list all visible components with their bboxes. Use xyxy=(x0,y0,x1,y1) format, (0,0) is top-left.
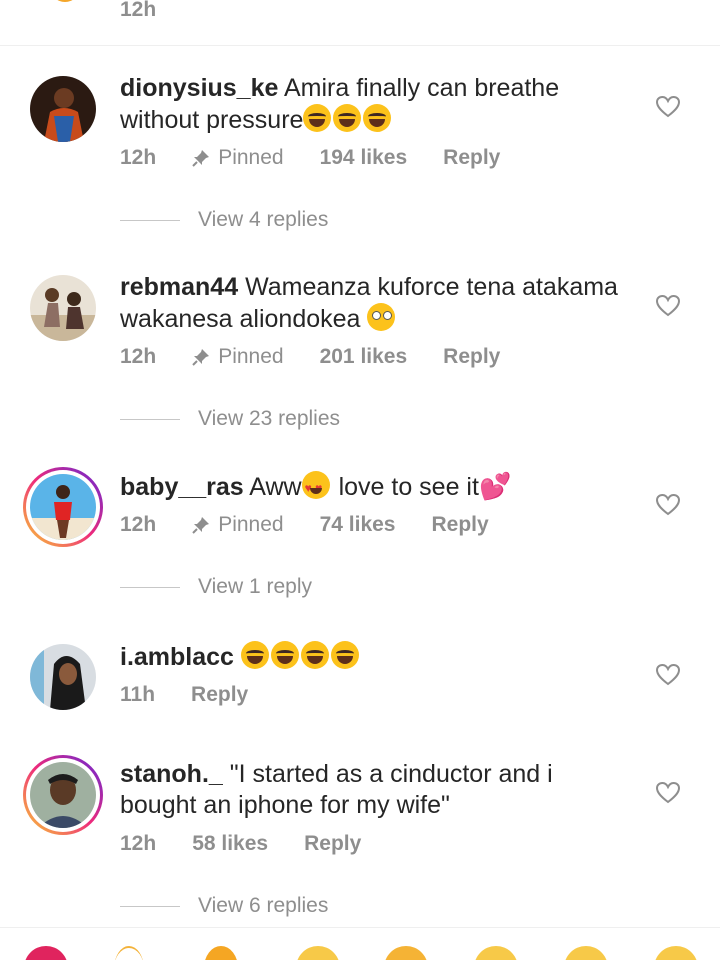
avatar[interactable] xyxy=(30,762,96,828)
avatar[interactable] xyxy=(30,644,96,710)
heart-eyes-reaction-icon[interactable] xyxy=(474,946,518,960)
comment-username[interactable]: stanoh._ xyxy=(120,760,223,788)
comment-time: 12h xyxy=(120,832,157,855)
pinned-label: Pinned xyxy=(192,345,284,369)
comment-meta: 12h Pinned 74 likes Reply xyxy=(120,513,525,537)
laughing-emoji-icon xyxy=(240,641,269,669)
comment-username[interactable]: dionysius_ke xyxy=(120,74,278,102)
heart-eyes-emoji-icon xyxy=(301,471,330,504)
comment-time: 12h xyxy=(120,146,157,169)
reply-button[interactable]: Reply xyxy=(431,513,488,537)
like-count[interactable]: 201 likes xyxy=(320,345,408,369)
comment-meta: 12h Pinned 194 likes Reply xyxy=(120,146,536,170)
like-count[interactable]: 58 likes xyxy=(192,832,268,856)
laughing-emoji-icon xyxy=(363,104,392,132)
clapping-reaction-icon[interactable] xyxy=(296,946,340,960)
comment-time: 11h xyxy=(120,683,156,706)
two-hearts-emoji-icon: 💕 xyxy=(478,471,512,501)
replies-line xyxy=(120,586,180,588)
heart-outline-icon[interactable] xyxy=(656,295,680,317)
eye-roll-emoji-icon xyxy=(367,303,396,331)
quick-reactions-bar xyxy=(0,927,720,960)
view-replies-button[interactable]: View 23 replies xyxy=(120,407,340,431)
fire-reaction-icon[interactable] xyxy=(204,946,238,960)
laughing-emoji-icon xyxy=(300,641,329,669)
pinned-label: Pinned xyxy=(192,146,284,170)
pin-icon xyxy=(192,150,210,167)
heart-outline-icon[interactable] xyxy=(656,782,680,804)
laughing-emoji-icon xyxy=(333,104,362,132)
pin-icon xyxy=(192,517,210,534)
avatar[interactable] xyxy=(30,474,96,540)
divider xyxy=(0,45,720,46)
reply-button[interactable]: Reply xyxy=(443,146,500,170)
comment-username[interactable]: rebman44 xyxy=(120,273,238,301)
replies-line xyxy=(120,418,180,420)
laughing-emoji-icon xyxy=(303,104,332,132)
reply-button[interactable]: Reply xyxy=(191,683,248,707)
replies-line xyxy=(120,219,180,221)
pinned-label: Pinned xyxy=(192,513,284,537)
comment-username[interactable]: baby__ras xyxy=(120,473,244,501)
heart-outline-icon[interactable] xyxy=(656,494,680,516)
comment-body-start: Aww xyxy=(249,473,302,501)
avatar[interactable] xyxy=(30,275,96,341)
comment-username[interactable]: i.amblacc xyxy=(120,643,234,671)
reply-button[interactable]: Reply xyxy=(443,345,500,369)
comment-text: stanoh._ "I started as a cinductor and i… xyxy=(120,759,620,821)
comment-time: 12h xyxy=(120,345,157,368)
comment-time: 12h xyxy=(120,513,157,536)
pin-icon xyxy=(192,349,210,366)
previous-comment-avatar[interactable] xyxy=(50,0,80,2)
heart-outline-icon[interactable] xyxy=(656,96,680,118)
like-count[interactable]: 194 likes xyxy=(320,146,408,170)
laughing-emoji-icon xyxy=(330,641,359,669)
laughing-emoji-icon xyxy=(270,641,299,669)
view-replies-button[interactable]: View 4 replies xyxy=(120,208,328,232)
raised-hands-reaction-icon[interactable] xyxy=(114,946,144,960)
surprised-face-reaction-icon[interactable] xyxy=(564,946,608,960)
reply-button[interactable]: Reply xyxy=(304,832,361,856)
previous-comment-time: 12h xyxy=(120,0,157,21)
comment-meta: 11h Reply xyxy=(120,683,284,707)
heart-outline-icon[interactable] xyxy=(656,664,680,686)
comment-meta: 12h 58 likes Reply xyxy=(120,832,397,856)
red-heart-reaction-icon[interactable] xyxy=(24,946,68,960)
comment-text: dionysius_ke Amira finally can breathe w… xyxy=(120,73,620,136)
laughing-face-reaction-icon[interactable] xyxy=(654,946,698,960)
avatar[interactable] xyxy=(30,76,96,142)
comment-meta: 12h Pinned 201 likes Reply xyxy=(120,345,536,369)
comment-text: rebman44 Wameanza kuforce tena atakama w… xyxy=(120,272,620,335)
crying-face-reaction-icon[interactable] xyxy=(384,946,428,960)
comment-text: i.amblacc xyxy=(120,641,620,673)
comment-body-end: love to see it xyxy=(338,473,479,501)
view-replies-button[interactable]: View 1 reply xyxy=(120,575,312,599)
view-replies-button[interactable]: View 6 replies xyxy=(120,894,328,918)
like-count[interactable]: 74 likes xyxy=(320,513,396,537)
comment-text: baby__ras Aww love to see it💕 xyxy=(120,471,620,504)
replies-line xyxy=(120,905,180,907)
